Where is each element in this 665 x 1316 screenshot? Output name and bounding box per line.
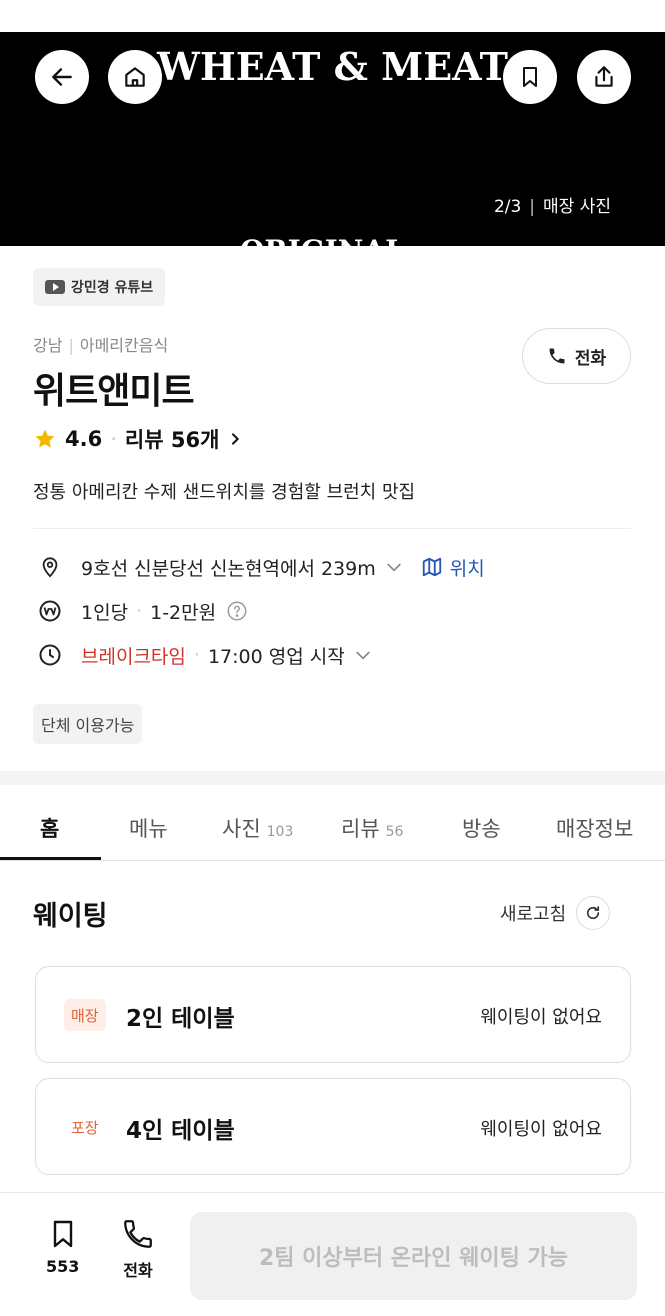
active-tab-indicator — [0, 857, 101, 860]
map-location-link[interactable]: 위치 — [420, 554, 485, 581]
tab-reviews-label: 리뷰 — [341, 817, 380, 841]
save-button[interactable]: 553 — [46, 1217, 79, 1276]
status-strip — [0, 0, 665, 32]
tab-broadcast-label: 방송 — [462, 817, 501, 841]
tab-photos[interactable]: 사진 103 — [222, 813, 293, 843]
store-category: 아메리칸음식 — [79, 336, 169, 355]
chevron-right-icon — [232, 433, 240, 445]
refresh-label: 새로고침 — [500, 904, 567, 925]
photo-counter: 2/3 | 매장 사진 — [493, 197, 611, 217]
waiting-state: 웨이팅이 없어요 — [480, 1119, 602, 1140]
call-button[interactable]: 전화 — [121, 1217, 155, 1281]
bookmark-icon — [523, 67, 537, 87]
call-pill-label: 전화 — [574, 348, 607, 369]
youtube-icon — [45, 280, 65, 294]
reviews-link[interactable]: 리뷰 56개 — [125, 424, 220, 454]
tab-reviews-count: 56 — [385, 824, 404, 840]
youtube-source-chip[interactable]: 강민경 유튜브 — [33, 268, 166, 306]
divider — [33, 528, 631, 529]
tab-menu-label: 메뉴 — [129, 817, 168, 841]
store-name: 위트앤미트 — [33, 371, 195, 412]
business-status: 브레이크타임 — [81, 645, 186, 668]
price-per-label: 1인당 — [81, 601, 129, 624]
bottom-action-bar: 553 전화 2팀 이상부터 온라인 웨이팅 가능 — [0, 1192, 665, 1316]
phone-icon — [549, 348, 565, 364]
won-coin-icon — [35, 596, 65, 626]
star-icon — [35, 429, 55, 448]
tab-store-info-label: 매장정보 — [556, 817, 634, 841]
photo-counter-value: 2/3 — [493, 197, 522, 217]
price-dot: · — [136, 600, 143, 622]
location-pin-icon — [35, 552, 65, 582]
refresh-icon — [576, 896, 611, 930]
map-link-label: 위치 — [449, 557, 485, 580]
group-available-chip: 단체 이용가능 — [33, 704, 143, 744]
tab-broadcast[interactable]: 방송 — [462, 813, 501, 843]
map-icon — [422, 557, 441, 577]
share-icon — [595, 66, 613, 87]
section-separator — [0, 771, 665, 785]
waiting-state: 웨이팅이 없어요 — [480, 1007, 602, 1028]
hero-sub-text: ORIGINAL — [240, 234, 410, 246]
rating-row[interactable]: 4.6 · 리뷰 56개 — [33, 424, 243, 454]
clock-icon — [35, 640, 65, 670]
rating-value: 4.6 — [65, 427, 103, 451]
price-range: 1-2만원 — [150, 601, 217, 624]
table-size: 4인 테이블 — [126, 1118, 235, 1144]
tab-photos-label: 사진 — [222, 817, 261, 841]
store-area: 강남 — [33, 336, 63, 355]
back-button[interactable] — [35, 50, 89, 104]
waiting-section-title: 웨이팅 — [33, 901, 108, 932]
bookmark-icon — [53, 1220, 72, 1248]
location-text: 9호선 신분당선 신논현역에서 239m — [81, 557, 376, 580]
tab-bar: 홈 메뉴 사진 103 리뷰 56 방송 매장정보 — [0, 785, 665, 861]
share-button[interactable] — [577, 50, 631, 104]
call-pill-button[interactable]: 전화 — [522, 328, 631, 384]
tab-photos-count: 103 — [266, 824, 294, 840]
home-button[interactable] — [108, 50, 162, 104]
business-hours: 17:00 영업 시작 — [207, 645, 345, 668]
store-category-breadcrumb: 강남 | 아메리칸음식 — [33, 336, 169, 355]
tab-home[interactable]: 홈 — [40, 813, 59, 843]
bookmark-button[interactable] — [503, 50, 557, 104]
price-row: 1인당 · 1-2만원 — [35, 596, 248, 626]
online-waiting-button[interactable]: 2팀 이상부터 온라인 웨이팅 가능 — [190, 1212, 637, 1300]
phone-icon — [124, 1220, 152, 1248]
refresh-button[interactable]: 새로고침 — [500, 896, 611, 930]
tab-home-label: 홈 — [40, 817, 60, 841]
save-count: 553 — [46, 1257, 80, 1276]
hours-dot: · — [193, 644, 200, 666]
takeout-badge: 포장 — [71, 1118, 99, 1137]
dine-in-badge: 매장 — [64, 999, 106, 1031]
call-label: 전화 — [123, 1261, 153, 1280]
waiting-card[interactable]: 매장 2인 테이블 웨이팅이 없어요 — [35, 966, 631, 1063]
photo-counter-label: 매장 사진 — [543, 197, 611, 217]
chevron-down-icon[interactable] — [384, 557, 404, 577]
tab-store-info[interactable]: 매장정보 — [556, 813, 633, 843]
tab-menu[interactable]: 메뉴 — [129, 813, 168, 843]
location-row[interactable]: 9호선 신분당선 신논현역에서 239m 위치 — [35, 552, 485, 582]
hero-photo[interactable]: WHEAT & MEAT ORIGINAL 2/3|매장 사진 — [0, 32, 665, 246]
hero-logo-text: WHEAT & MEAT — [157, 44, 508, 89]
waiting-card[interactable]: 포장 4인 테이블 웨이팅이 없어요 — [35, 1078, 631, 1175]
home-icon — [125, 67, 145, 87]
table-size: 2인 테이블 — [126, 1006, 235, 1032]
back-arrow-icon — [52, 68, 72, 86]
tab-reviews[interactable]: 리뷰 56 — [341, 813, 403, 843]
help-icon[interactable] — [226, 600, 248, 622]
youtube-source-label: 강민경 유튜브 — [71, 280, 154, 296]
store-description: 정통 아메리칸 수제 샌드위치를 경험할 브런치 맛집 — [33, 482, 416, 503]
chevron-down-icon[interactable] — [353, 645, 373, 665]
hours-row[interactable]: 브레이크타임 · 17:00 영업 시작 — [35, 640, 373, 670]
rating-dot: · — [110, 427, 117, 451]
